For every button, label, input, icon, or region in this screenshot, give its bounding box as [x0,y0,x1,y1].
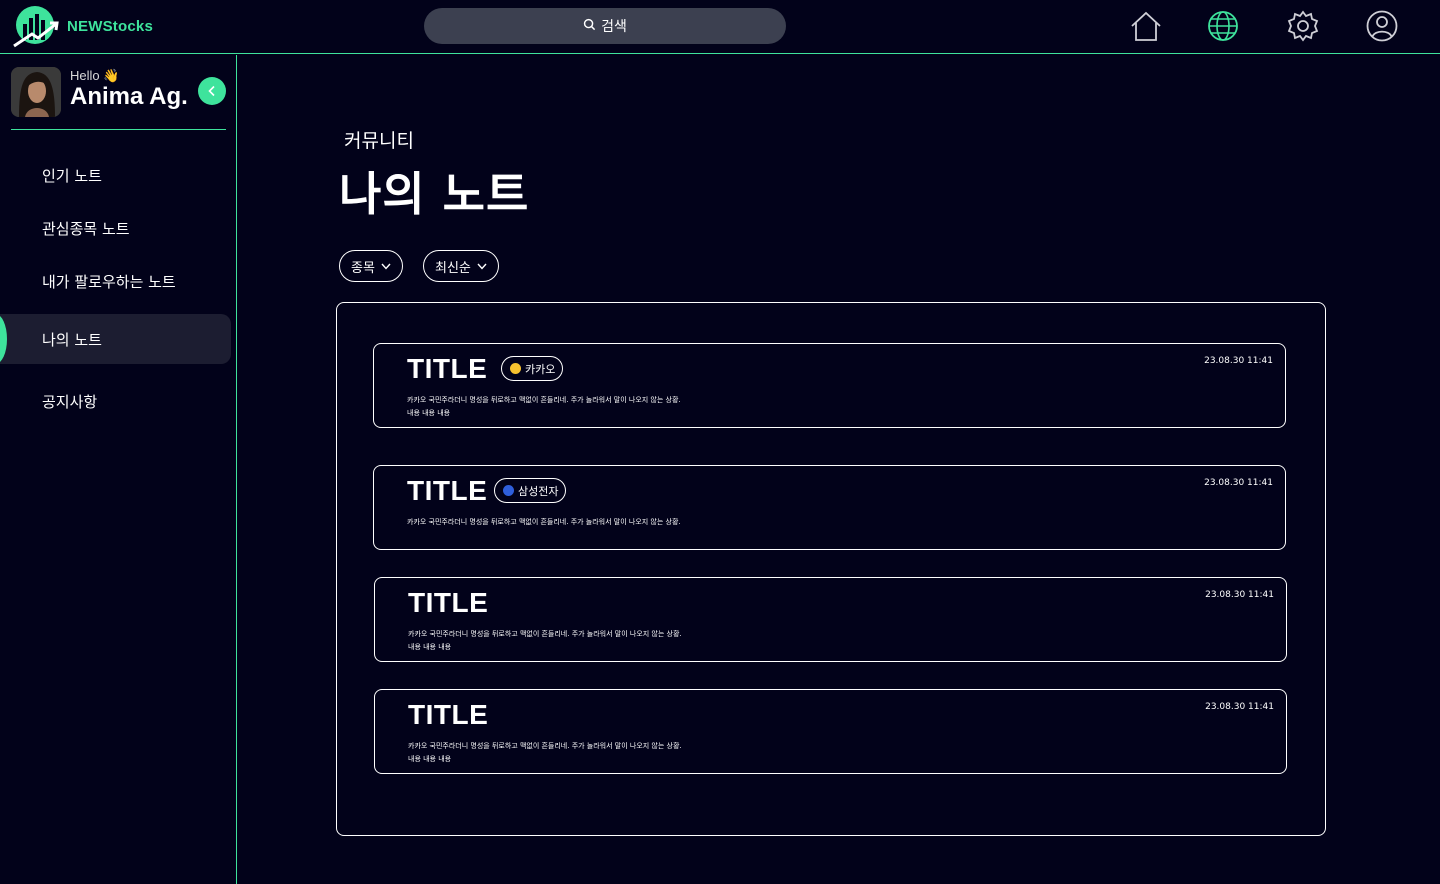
note-title: TITLE [408,587,489,618]
chevron-down-icon [381,259,391,274]
profile-card: Hello 👋 Anima Ag. [11,67,226,130]
search-icon [583,18,596,35]
note-card[interactable]: TITLE 삼성전자 23.08.30 11:41 카카오 국민주라더니 명성을… [373,465,1286,550]
note-card[interactable]: TITLE 23.08.30 11:41 카카오 국민주라더니 명성을 뒤로하고… [374,577,1287,662]
note-text-line: 내용 내용 내용 [408,643,452,651]
tag-label: 삼성전자 [518,484,559,498]
sidebar-item-notices[interactable]: 공지사항 [0,376,231,426]
sidebar-item-watchlist-notes[interactable]: 관심종목 노트 [0,203,231,253]
notes-panel: TITLE 카카오 23.08.30 11:41 카카오 국민주라더니 명성을 … [336,302,1326,836]
user-icon[interactable] [1365,9,1399,43]
note-card[interactable]: TITLE 카카오 23.08.30 11:41 카카오 국민주라더니 명성을 … [373,343,1286,428]
page-title: 나의 노트 [339,167,530,221]
note-body: 카카오 국민주라더니 명성을 뒤로하고 맥없이 흔들리네. 주가 놀라워서 말이… [408,628,908,654]
top-bar: NEWStocks 검색 [0,0,1440,54]
note-date: 23.08.30 11:41 [1204,478,1273,488]
search-label: 검색 [601,19,627,35]
tag-label: 카카오 [525,362,556,376]
note-date: 23.08.30 11:41 [1204,356,1273,366]
app-logo[interactable] [10,4,60,50]
note-text-line: 카카오 국민주라더니 명성을 뒤로하고 맥없이 흔들리네. 주가 놀라워서 말이… [407,518,681,526]
note-text-line: 카카오 국민주라더니 명성을 뒤로하고 맥없이 흔들리네. 주가 놀라워서 말이… [408,742,682,750]
greeting: Hello 👋 [70,68,119,84]
filter-label: 최신순 [435,260,471,276]
breadcrumb[interactable]: 커뮤니티 [344,126,414,153]
active-indicator [0,314,7,364]
sidebar-item-popular-notes[interactable]: 인기 노트 [0,150,231,200]
filter-sort-dropdown[interactable]: 최신순 [423,250,499,282]
note-body: 카카오 국민주라더니 명성을 뒤로하고 맥없이 흔들리네. 주가 놀라워서 말이… [407,516,907,529]
chevron-left-icon [206,82,218,101]
gear-icon[interactable] [1286,9,1320,43]
note-date: 23.08.30 11:41 [1205,590,1274,600]
sidebar-item-label: 관심종목 노트 [42,219,130,238]
note-title: TITLE [407,475,488,506]
sidebar: Hello 👋 Anima Ag. 인기 노트 관심종목 노트 내가 팔로우하는… [0,55,237,884]
greeting-text: Hello [70,68,100,83]
note-title: TITLE [408,699,489,730]
note-text-line: 내용 내용 내용 [408,755,452,763]
sidebar-collapse-button[interactable] [198,77,226,105]
brand-name[interactable]: NEWStocks [67,18,153,35]
note-text-line: 내용 내용 내용 [407,409,451,417]
samsung-logo-icon [503,485,514,496]
kakao-logo-icon [510,363,521,374]
user-name: Anima Ag. [70,83,188,110]
avatar[interactable] [11,67,61,117]
sidebar-item-label: 인기 노트 [42,166,102,185]
note-card[interactable]: TITLE 23.08.30 11:41 카카오 국민주라더니 명성을 뒤로하고… [374,689,1287,774]
search-bar[interactable]: 검색 [424,8,786,44]
chevron-down-icon [477,259,487,274]
note-date: 23.08.30 11:41 [1205,702,1274,712]
sidebar-item-label: 공지사항 [42,392,98,411]
note-title: TITLE [407,353,488,384]
sidebar-item-my-notes[interactable]: 나의 노트 [0,314,231,364]
stock-tag[interactable]: 삼성전자 [494,478,567,503]
stock-tag[interactable]: 카카오 [501,356,564,381]
sidebar-item-label: 내가 팔로우하는 노트 [42,272,176,291]
home-icon[interactable] [1129,9,1163,43]
sidebar-item-following-notes[interactable]: 내가 팔로우하는 노트 [0,256,231,306]
filter-stock-dropdown[interactable]: 종목 [339,250,403,282]
globe-icon[interactable] [1206,9,1240,43]
sidebar-item-label: 나의 노트 [42,330,102,349]
wave-icon: 👋 [103,68,120,83]
note-text-line: 카카오 국민주라더니 명성을 뒤로하고 맥없이 흔들리네. 주가 놀라워서 말이… [407,396,681,404]
filter-label: 종목 [351,260,375,276]
note-text-line: 카카오 국민주라더니 명성을 뒤로하고 맥없이 흔들리네. 주가 놀라워서 말이… [408,630,682,638]
note-body: 카카오 국민주라더니 명성을 뒤로하고 맥없이 흔들리네. 주가 놀라워서 말이… [408,740,908,766]
note-body: 카카오 국민주라더니 명성을 뒤로하고 맥없이 흔들리네. 주가 놀라워서 말이… [407,394,907,420]
